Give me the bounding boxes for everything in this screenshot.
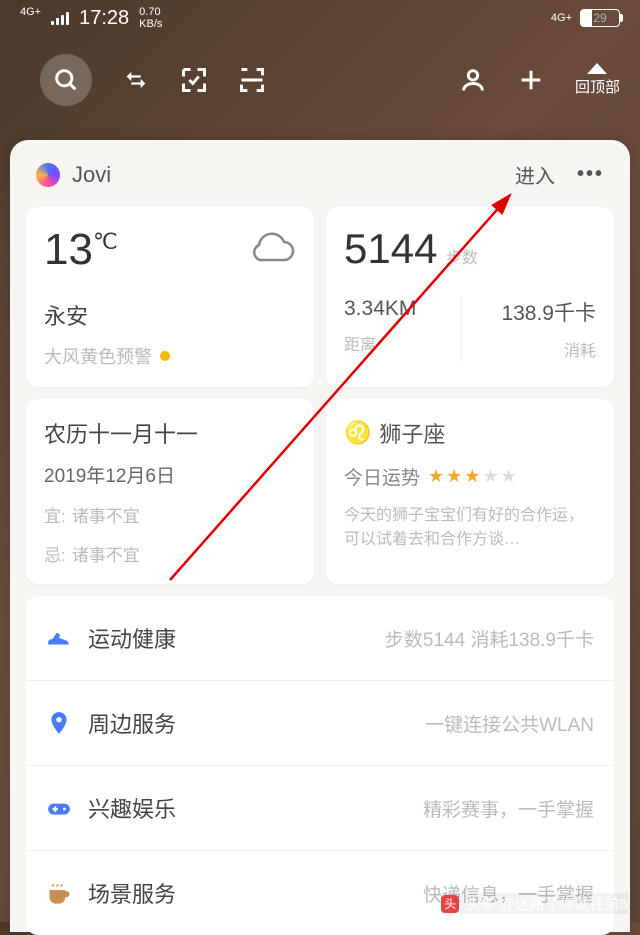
battery-icon: 29 — [580, 9, 620, 27]
city-name: 永安 — [44, 299, 296, 331]
jovi-logo-icon — [36, 163, 60, 187]
distance-label: 距离 — [344, 331, 461, 355]
add-icon[interactable] — [517, 66, 545, 94]
cloud-icon — [244, 232, 296, 268]
game-icon — [46, 795, 72, 821]
toutiao-icon: 头 — [441, 895, 459, 913]
steps-card[interactable]: 5144 步数 3.34KM 距离 138.9千卡 消耗 — [326, 207, 614, 387]
calories-label: 消耗 — [480, 337, 597, 361]
signal-icon — [51, 11, 69, 25]
horoscope-card[interactable]: ♌ 狮子座 今日运势 ★★★★★ 今天的狮子宝宝们有好的合作运，可以试着去和合作… — [326, 399, 614, 584]
enter-button[interactable]: 进入 — [515, 160, 555, 189]
back-to-top-label: 回顶部 — [575, 76, 620, 97]
shoe-icon — [46, 625, 72, 651]
transfer-icon[interactable] — [122, 66, 150, 94]
warning-dot-icon — [160, 351, 170, 361]
services-list: 运动健康 步数5144 消耗138.9千卡 周边服务 一键连接公共WLAN 兴趣… — [26, 596, 614, 935]
leo-icon: ♌ — [344, 420, 371, 446]
cup-icon — [46, 880, 72, 906]
temperature: 13℃ — [44, 225, 118, 275]
list-item-title: 周边服务 — [88, 707, 176, 739]
clock: 17:28 — [79, 7, 129, 30]
gregorian-date: 2019年12月6日 — [44, 461, 296, 488]
scan-icon[interactable] — [238, 66, 266, 94]
status-bar: 4G+ 17:28 0.70 KB/s 4G+ 29 — [0, 0, 640, 36]
rating-stars: ★★★★★ — [428, 466, 519, 487]
list-item-nearby[interactable]: 周边服务 一键连接公共WLAN — [26, 681, 614, 766]
horoscope-description: 今天的狮子宝宝们有好的合作运，可以试着去和合作方谈… — [344, 504, 596, 552]
zodiac-sign: 狮子座 — [379, 417, 445, 449]
check-box-icon[interactable] — [180, 66, 208, 94]
calendar-card[interactable]: 农历十一月十一 2019年12月6日 宜:诸事不宜 忌:诸事不宜 — [26, 399, 314, 584]
list-item-desc: 一键连接公共WLAN — [425, 710, 594, 737]
list-item-title: 场景服务 — [88, 877, 176, 909]
panel-title: Jovi — [72, 162, 111, 188]
ji-row: 忌:诸事不宜 — [44, 541, 296, 566]
toolbar: 回顶部 — [0, 36, 640, 118]
step-label: 步数 — [446, 250, 478, 267]
triangle-up-icon — [587, 63, 607, 74]
more-icon[interactable]: ••• — [577, 163, 604, 186]
profile-icon[interactable] — [459, 66, 487, 94]
list-item-entertainment[interactable]: 兴趣娱乐 精彩赛事，一手掌握 — [26, 766, 614, 851]
weather-warning: 大风黄色预警 — [44, 343, 296, 369]
yi-row: 宜:诸事不宜 — [44, 502, 296, 527]
calories-value: 138.9千卡 — [480, 297, 597, 327]
list-item-desc: 步数5144 消耗138.9千卡 — [385, 625, 594, 652]
search-button[interactable] — [40, 54, 92, 106]
lunar-date: 农历十一月十一 — [44, 417, 296, 449]
search-icon — [52, 66, 80, 94]
fortune-label: 今日运势 — [344, 463, 420, 490]
weather-card[interactable]: 13℃ 永安 大风黄色预警 — [26, 207, 314, 387]
back-to-top-button[interactable]: 回顶部 — [575, 63, 620, 97]
net-speed: 0.70 KB/s — [139, 6, 162, 30]
network-indicator: 4G+ — [20, 6, 41, 18]
pin-icon — [46, 710, 72, 736]
list-item-desc: 精彩赛事，一手掌握 — [423, 795, 594, 822]
list-item-health[interactable]: 运动健康 步数5144 消耗138.9千卡 — [26, 596, 614, 681]
step-count: 5144 — [344, 225, 437, 272]
distance-value: 3.34KM — [344, 297, 461, 321]
jovi-panel: Jovi 进入 ••• 13℃ 永安 大风黄色预警 5144 — [10, 140, 630, 932]
list-item-title: 兴趣娱乐 — [88, 792, 176, 824]
watermark: 头 头条 @迷路了你就往前8 — [441, 893, 628, 914]
list-item-title: 运动健康 — [88, 622, 176, 654]
network-right: 4G+ — [551, 12, 572, 24]
